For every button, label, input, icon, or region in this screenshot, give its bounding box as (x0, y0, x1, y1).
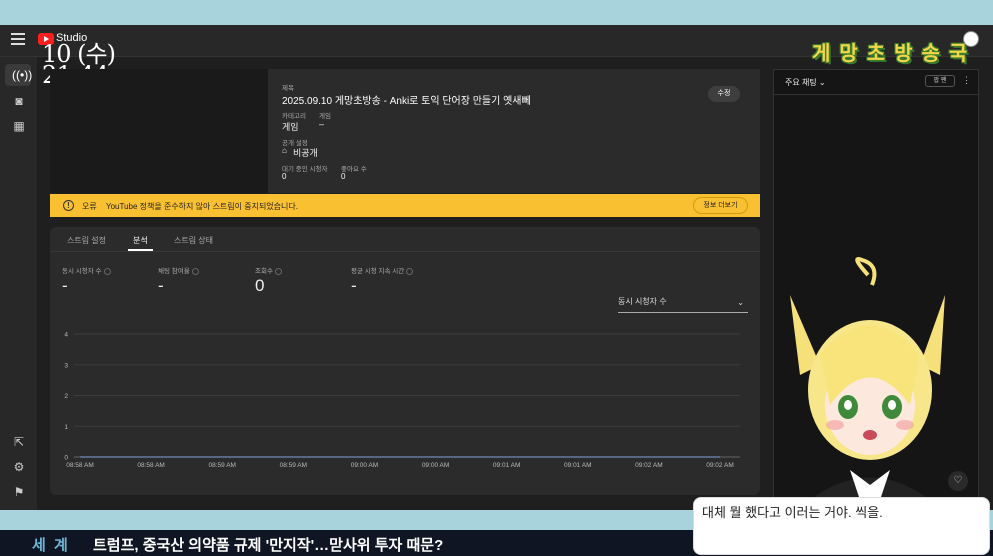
metric-label: 채팅 참여율 (158, 265, 199, 275)
x-tick-label: 09:00 AM (422, 462, 449, 469)
x-tick-label: 08:59 AM (208, 462, 235, 469)
metric-label: 동시 시청자 수 (62, 265, 111, 275)
error-banner: ! 오류 YouTube 정책을 준수하지 않아 스트림이 중지되었습니다. 정… (50, 194, 760, 217)
chat-filter-button[interactable]: 팝 팬 (925, 75, 955, 87)
help-icon (274, 267, 282, 275)
category-label: 카테고리 (282, 113, 306, 120)
gear-icon[interactable]: ⚙ (12, 460, 26, 474)
external-link-icon[interactable]: ⇱ (12, 435, 26, 449)
y-tick-label: 3 (64, 362, 68, 369)
metric-label: 조회수 (255, 265, 282, 275)
metric-select-value: 동시 시청자 수 (618, 297, 667, 306)
x-tick-label: 09:02 AM (635, 462, 662, 469)
title-label: 제목 (282, 85, 294, 92)
tab-analytics[interactable]: 분석 (133, 235, 148, 246)
y-tick-label: 2 (64, 393, 68, 400)
x-tick-label: 09:02 AM (706, 462, 733, 469)
x-tick-label: 08:58 AM (66, 462, 93, 469)
waiting-viewers-label: 대기 중인 시청자 (282, 166, 328, 173)
visibility-value: 비공개 (293, 148, 318, 158)
camera-icon[interactable]: ◙ (12, 94, 26, 108)
y-tick-label: 4 (64, 332, 68, 339)
x-tick-label: 09:00 AM (351, 462, 378, 469)
tab-stream-health[interactable]: 스트림 상태 (174, 235, 213, 246)
metric-value: - (62, 276, 68, 295)
menu-icon[interactable] (11, 33, 25, 45)
help-icon (406, 267, 414, 275)
chat-mode-select[interactable]: 주요 채팅 ⌄ (785, 77, 826, 88)
metric-value: - (158, 276, 164, 295)
likes-value: 0 (341, 172, 346, 181)
tab-stream-settings[interactable]: 스트림 설정 (67, 235, 106, 246)
game-value: – (319, 119, 325, 129)
stream-preview (50, 69, 268, 193)
warning-icon: ! (63, 200, 74, 211)
edit-button[interactable]: 수정 (708, 86, 740, 102)
more-info-button[interactable]: 정보 더보기 (693, 197, 748, 214)
error-message: YouTube 정책을 준수하지 않아 스트림이 중지되었습니다. (106, 202, 298, 211)
x-tick-label: 08:59 AM (280, 462, 307, 469)
category-value: 게임 (282, 122, 299, 132)
metric-select[interactable]: 동시 시청자 수 ⌄ (618, 296, 748, 313)
error-label: 오류 (82, 202, 97, 211)
chevron-down-icon: ⌄ (818, 78, 826, 87)
calendar-icon[interactable]: ▦ (12, 119, 26, 133)
x-tick-label: 09:01 AM (493, 462, 520, 469)
tabs-divider (50, 251, 760, 252)
metric-value: 0 (255, 276, 265, 295)
feedback-icon[interactable]: ⚑ (12, 485, 26, 499)
top-band (0, 0, 993, 25)
y-tick-label: 0 (64, 455, 68, 462)
help-icon (191, 267, 199, 275)
x-tick-label: 08:58 AM (137, 462, 164, 469)
speech-text: 대체 뭘 했다고 이러는 거야. 씩을. (702, 505, 883, 520)
ticker-headline: 트럼프, 중국산 의약품 규제 '만지작'…맏사위 투자 때문? (93, 537, 444, 554)
y-tick-label: 1 (64, 424, 68, 431)
chevron-down-icon: ⌄ (737, 298, 744, 307)
viewers-chart: 0 1 2 3 4 08:58 AM 08:58 AM 08:59 AM 08:59 AM 09:… (64, 332, 740, 469)
ticker-label: 세 계 (32, 537, 70, 554)
x-tick-label: 09:01 AM (564, 462, 591, 469)
metric-value: - (351, 276, 357, 295)
metric-label: 평균 시청 지속 시간 (351, 265, 414, 275)
more-vert-icon[interactable]: ⋮ (962, 75, 971, 86)
live-broadcast-icon[interactable]: ((•)) (12, 68, 32, 82)
stream-title: 2025.09.10 게망초방송 - Anki로 토익 단어장 만들기 옛새뻬 (282, 96, 531, 107)
brand-logo: 게 망 초 방 송 국 (812, 41, 969, 65)
help-icon (103, 267, 111, 275)
lock-icon: ⌂ (282, 146, 287, 155)
vtuber-avatar (790, 257, 945, 500)
waiting-viewers-value: 0 (282, 172, 287, 181)
brand-mascot-icon (963, 31, 979, 47)
